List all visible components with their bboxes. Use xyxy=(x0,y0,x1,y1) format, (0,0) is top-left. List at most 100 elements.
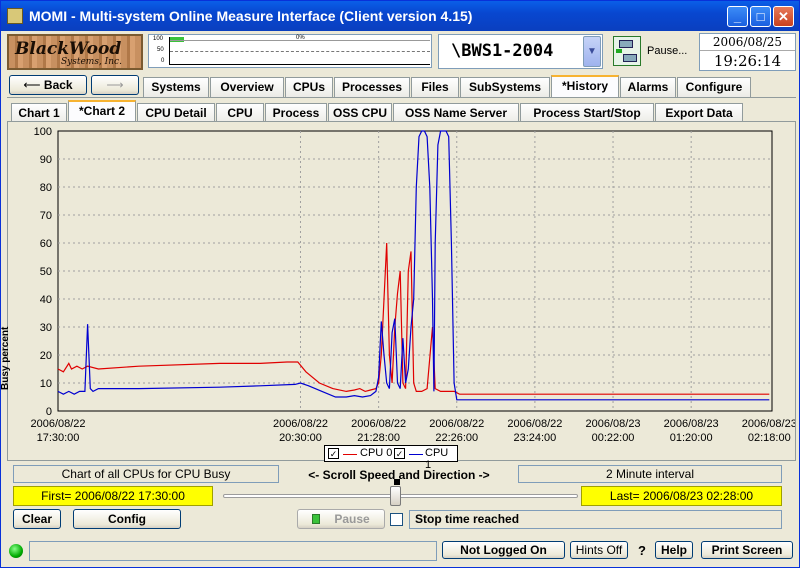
green-status-icon xyxy=(312,514,321,524)
connection-status-icon xyxy=(9,544,23,558)
title-bar: MOMI - Multi-system Online Measure Inter… xyxy=(1,1,799,31)
stop-time-status: Stop time reached xyxy=(409,510,782,529)
pause-label: Pause... xyxy=(647,45,688,57)
chart-panel: 0 10 20 30 40 50 60 70 80 90 100 2006/08/22 17:30:00… xyxy=(0,121,796,461)
subtab-process-start-stop[interactable]: Process Start/Stop xyxy=(520,103,654,123)
y-tick-label: 30 xyxy=(40,322,52,334)
subtab-cpu-detail[interactable]: CPU Detail xyxy=(137,103,215,123)
y-axis-label: Busy percent xyxy=(0,326,11,390)
x-tick-label-time: 21:28:00 xyxy=(357,432,400,444)
forward-button[interactable]: ⟶ xyxy=(91,75,139,95)
spark-label-0: 0 xyxy=(161,58,165,64)
tab-cpus[interactable]: CPUs xyxy=(285,77,333,97)
hints-off-button[interactable]: Hints Off xyxy=(570,541,628,559)
tab-history[interactable]: *History xyxy=(551,75,619,97)
status-bar: Not Logged On Hints Off ? Help Print Scr… xyxy=(1,539,799,567)
main-window: MOMI - Multi-system Online Measure Inter… xyxy=(0,0,800,568)
spark-label-50: 50 xyxy=(157,47,164,53)
x-tick-label-time: 22:26:00 xyxy=(435,432,478,444)
cpu1-line-swatch xyxy=(409,454,423,455)
pause-button-label: Pause xyxy=(334,512,370,526)
subtab-chart2[interactable]: *Chart 2 xyxy=(68,100,136,123)
y-tick-label: 40 xyxy=(40,294,52,306)
close-button[interactable]: ✕ xyxy=(773,6,794,27)
cpu0-line-swatch xyxy=(343,454,357,455)
question-icon[interactable]: ? xyxy=(638,543,646,558)
x-tick-label-date: 2006/08/23 xyxy=(664,418,719,430)
tab-overview[interactable]: Overview xyxy=(210,77,284,97)
x-tick-label-date: 2006/08/22 xyxy=(273,418,328,430)
tab-processes[interactable]: Processes xyxy=(334,77,410,97)
x-tick-label-date: 2006/08/23 xyxy=(586,418,641,430)
status-message xyxy=(29,541,437,561)
scroll-center-marker xyxy=(394,479,400,485)
tab-subsystems[interactable]: SubSystems xyxy=(460,77,550,97)
pause-toggle[interactable]: Pause... xyxy=(609,34,697,69)
y-tick-label: 0 xyxy=(46,406,52,418)
system-select[interactable]: \BWS1-2004 ▼ xyxy=(438,34,603,69)
help-button[interactable]: Help xyxy=(655,541,693,559)
clock: 2006/08/25 19:26:14 xyxy=(699,33,796,71)
chart-legend: ✓ CPU 0 ✓ CPU 1 xyxy=(324,445,458,471)
interval-display: 2 Minute interval xyxy=(518,465,782,483)
clock-time: 19:26:14 xyxy=(700,50,795,70)
not-logged-on-button[interactable]: Not Logged On xyxy=(442,541,565,559)
y-tick-label: 60 xyxy=(40,238,52,250)
subtab-process[interactable]: Process xyxy=(265,103,327,123)
y-tick-label: 20 xyxy=(40,350,52,362)
config-button[interactable]: Config xyxy=(73,509,181,529)
window-title: MOMI - Multi-system Online Measure Inter… xyxy=(29,8,473,24)
scroll-speed-thumb[interactable] xyxy=(390,486,401,506)
x-tick-label-date: 2006/08/22 xyxy=(30,418,85,430)
minimize-button[interactable]: _ xyxy=(727,6,748,27)
x-tick-label-time: 00:22:00 xyxy=(592,432,635,444)
pause-button[interactable]: Pause xyxy=(297,509,385,529)
x-tick-label-date: 2006/08/22 xyxy=(351,418,406,430)
back-button[interactable]: ⟵ Back xyxy=(9,75,87,95)
blackwood-logo: BlackWood Systems, Inc. xyxy=(7,34,143,70)
cpu-sparkline: 100 50 0 0% xyxy=(148,34,432,68)
y-tick-label: 80 xyxy=(40,182,52,194)
forward-arrow-icon: ⟶ xyxy=(106,78,124,92)
tab-configure[interactable]: Configure xyxy=(677,77,751,97)
history-chart: 0 10 20 30 40 50 60 70 80 90 100 2006/08/22 17:30:00… xyxy=(30,126,795,444)
tab-systems[interactable]: Systems xyxy=(143,77,209,97)
clear-button[interactable]: Clear xyxy=(13,509,61,529)
subtab-export-data[interactable]: Export Data xyxy=(655,103,743,123)
spark-label-100: 100 xyxy=(153,36,164,42)
subtab-oss-name-server[interactable]: OSS Name Server xyxy=(393,103,519,123)
clock-date: 2006/08/25 xyxy=(712,35,783,49)
maximize-button[interactable]: □ xyxy=(750,6,771,27)
cpu0-checkbox[interactable]: ✓ xyxy=(328,448,339,459)
back-label: Back xyxy=(43,78,73,92)
cpu1-checkbox[interactable]: ✓ xyxy=(394,448,405,459)
system-name: \BWS1-2004 xyxy=(451,41,554,61)
y-tick-label: 50 xyxy=(40,266,52,278)
tab-alarms[interactable]: Alarms xyxy=(620,77,676,97)
chevron-down-icon[interactable]: ▼ xyxy=(583,36,601,67)
subtab-oss-cpu[interactable]: OSS CPU xyxy=(328,103,392,123)
chart-description: Chart of all CPUs for CPU Busy xyxy=(13,465,279,483)
stop-time-checkbox[interactable] xyxy=(390,513,403,526)
x-tick-label-date: 2006/08/23 xyxy=(742,418,795,430)
x-tick-label-time: 01:20:00 xyxy=(670,432,713,444)
tab-files[interactable]: Files xyxy=(411,77,459,97)
x-tick-label-time: 23:24:00 xyxy=(513,432,556,444)
subtab-cpu[interactable]: CPU xyxy=(216,103,264,123)
back-arrow-icon: ⟵ xyxy=(23,78,41,92)
logo-line1: BlackWood xyxy=(15,39,122,59)
spark-plot: 0% xyxy=(169,35,430,65)
x-tick-label-time: 17:30:00 xyxy=(37,432,80,444)
network-computers-icon xyxy=(613,36,641,66)
first-time-display: First= 2006/08/22 17:30:00 xyxy=(13,486,213,506)
subtab-chart1[interactable]: Chart 1 xyxy=(11,103,67,123)
print-screen-button[interactable]: Print Screen xyxy=(701,541,793,559)
x-tick-label-date: 2006/08/22 xyxy=(429,418,484,430)
cpu0-legend-label: CPU 0 xyxy=(360,447,393,459)
logo-line2: Systems, Inc. xyxy=(61,57,122,67)
x-tick-label-time: 20:30:00 xyxy=(279,432,322,444)
y-tick-label: 10 xyxy=(40,378,52,390)
x-tick-label-date: 2006/08/22 xyxy=(507,418,562,430)
y-tick-label: 70 xyxy=(40,210,52,222)
x-tick-label-time: 02:18:00 xyxy=(748,432,791,444)
